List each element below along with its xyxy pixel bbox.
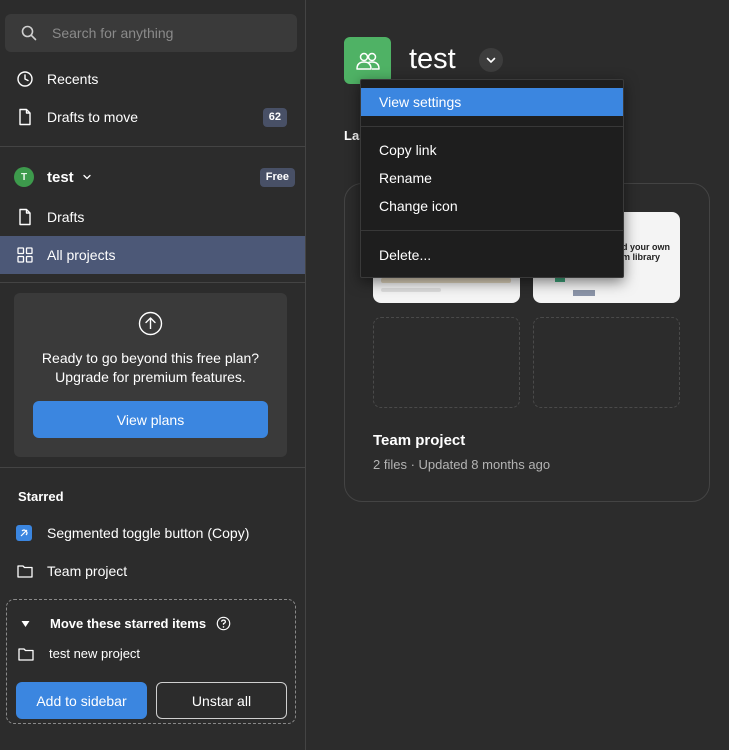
file-icon <box>19 208 31 226</box>
clock-icon <box>17 71 33 87</box>
file-icon <box>19 108 31 126</box>
menu-item-label: Delete... <box>379 247 432 263</box>
menu-item-label: View settings <box>379 94 462 110</box>
menu-divider <box>361 126 623 127</box>
starred-item-team-project[interactable]: Team project <box>0 552 305 590</box>
sidebar-item-label: Recents <box>47 71 99 87</box>
move-box-header[interactable]: Move these starred items <box>7 610 295 638</box>
sidebar-item-all-projects[interactable]: All projects <box>0 236 305 274</box>
team-name: test <box>47 168 74 186</box>
folder-icon <box>18 648 34 661</box>
menu-item-change-icon[interactable]: Change icon <box>361 192 623 220</box>
team-menu-button[interactable] <box>479 48 503 72</box>
starred-item-label: Segmented toggle button (Copy) <box>47 525 250 541</box>
project-meta: 2 files · Updated 8 months ago <box>373 457 551 472</box>
move-starred-items-box: Move these starred items test new projec… <box>6 599 296 724</box>
menu-item-label: Copy link <box>379 142 437 158</box>
menu-item-view-settings[interactable]: View settings <box>361 88 623 116</box>
chevron-down-icon <box>83 174 91 180</box>
move-box-item[interactable]: test new project <box>7 640 295 668</box>
sidebar-item-label: All projects <box>47 247 116 263</box>
component-file-icon <box>16 525 32 541</box>
thumbnail-content <box>573 290 595 296</box>
sidebar: Search for anything Recents Drafts to mo… <box>0 0 306 750</box>
menu-item-delete[interactable]: Delete... <box>361 241 623 269</box>
move-box-title: Move these starred items <box>50 616 207 631</box>
starred-item-label: Team project <box>47 563 128 579</box>
arrow-up-circle-icon <box>138 311 163 336</box>
sidebar-item-drafts-to-move[interactable]: Drafts to move 62 <box>0 98 305 136</box>
empty-file-slot <box>373 317 520 408</box>
users-icon <box>355 52 380 70</box>
team-icon <box>344 37 391 84</box>
chevron-down-icon <box>486 57 496 64</box>
count-badge: 62 <box>262 107 287 127</box>
unstar-all-button[interactable]: Unstar all <box>156 682 287 719</box>
menu-divider <box>361 230 623 231</box>
upgrade-line-1: Ready to go beyond this free plan? <box>41 350 260 366</box>
team-switcher[interactable]: T test Free <box>0 158 305 196</box>
team-dropdown-menu: View settings Copy link Rename Change ic… <box>360 79 624 278</box>
triangle-down-icon <box>21 621 30 627</box>
sidebar-item-label: Drafts <box>47 209 85 225</box>
sidebar-item-recents[interactable]: Recents <box>0 60 305 98</box>
empty-file-slot <box>533 317 680 408</box>
sidebar-item-drafts[interactable]: Drafts <box>0 198 305 236</box>
starred-item-segmented-toggle[interactable]: Segmented toggle button (Copy) <box>0 514 305 552</box>
thumbnail-text-1: ild your own <box>617 242 670 252</box>
upgrade-card: Ready to go beyond this free plan? Upgra… <box>14 293 287 457</box>
plan-badge: Free <box>259 167 295 187</box>
menu-item-label: Change icon <box>379 198 458 214</box>
divider <box>0 282 305 283</box>
thumbnail-content <box>381 288 441 292</box>
search-icon <box>21 25 37 41</box>
page-title: test <box>409 43 456 75</box>
help-icon[interactable] <box>216 616 231 631</box>
sidebar-item-label: Drafts to move <box>47 109 139 125</box>
team-avatar: T <box>14 167 34 187</box>
move-box-item-label: test new project <box>49 646 141 661</box>
add-to-sidebar-button[interactable]: Add to sidebar <box>16 682 147 719</box>
menu-item-label: Rename <box>379 170 432 186</box>
search-placeholder: Search for anything <box>52 25 174 41</box>
upgrade-line-2: Upgrade for premium features. <box>55 369 246 385</box>
thumbnail-content <box>381 278 511 283</box>
menu-item-rename[interactable]: Rename <box>361 164 623 192</box>
folder-icon <box>17 565 33 578</box>
view-plans-button[interactable]: View plans <box>33 401 268 438</box>
grid-icon <box>17 247 33 263</box>
divider <box>0 146 305 147</box>
project-title: Team project <box>373 432 466 449</box>
divider <box>0 467 305 468</box>
menu-item-copy-link[interactable]: Copy link <box>361 136 623 164</box>
starred-heading: Starred <box>18 489 64 504</box>
upgrade-message: Ready to go beyond this free plan? Upgra… <box>14 349 287 387</box>
search-input[interactable]: Search for anything <box>5 14 297 52</box>
